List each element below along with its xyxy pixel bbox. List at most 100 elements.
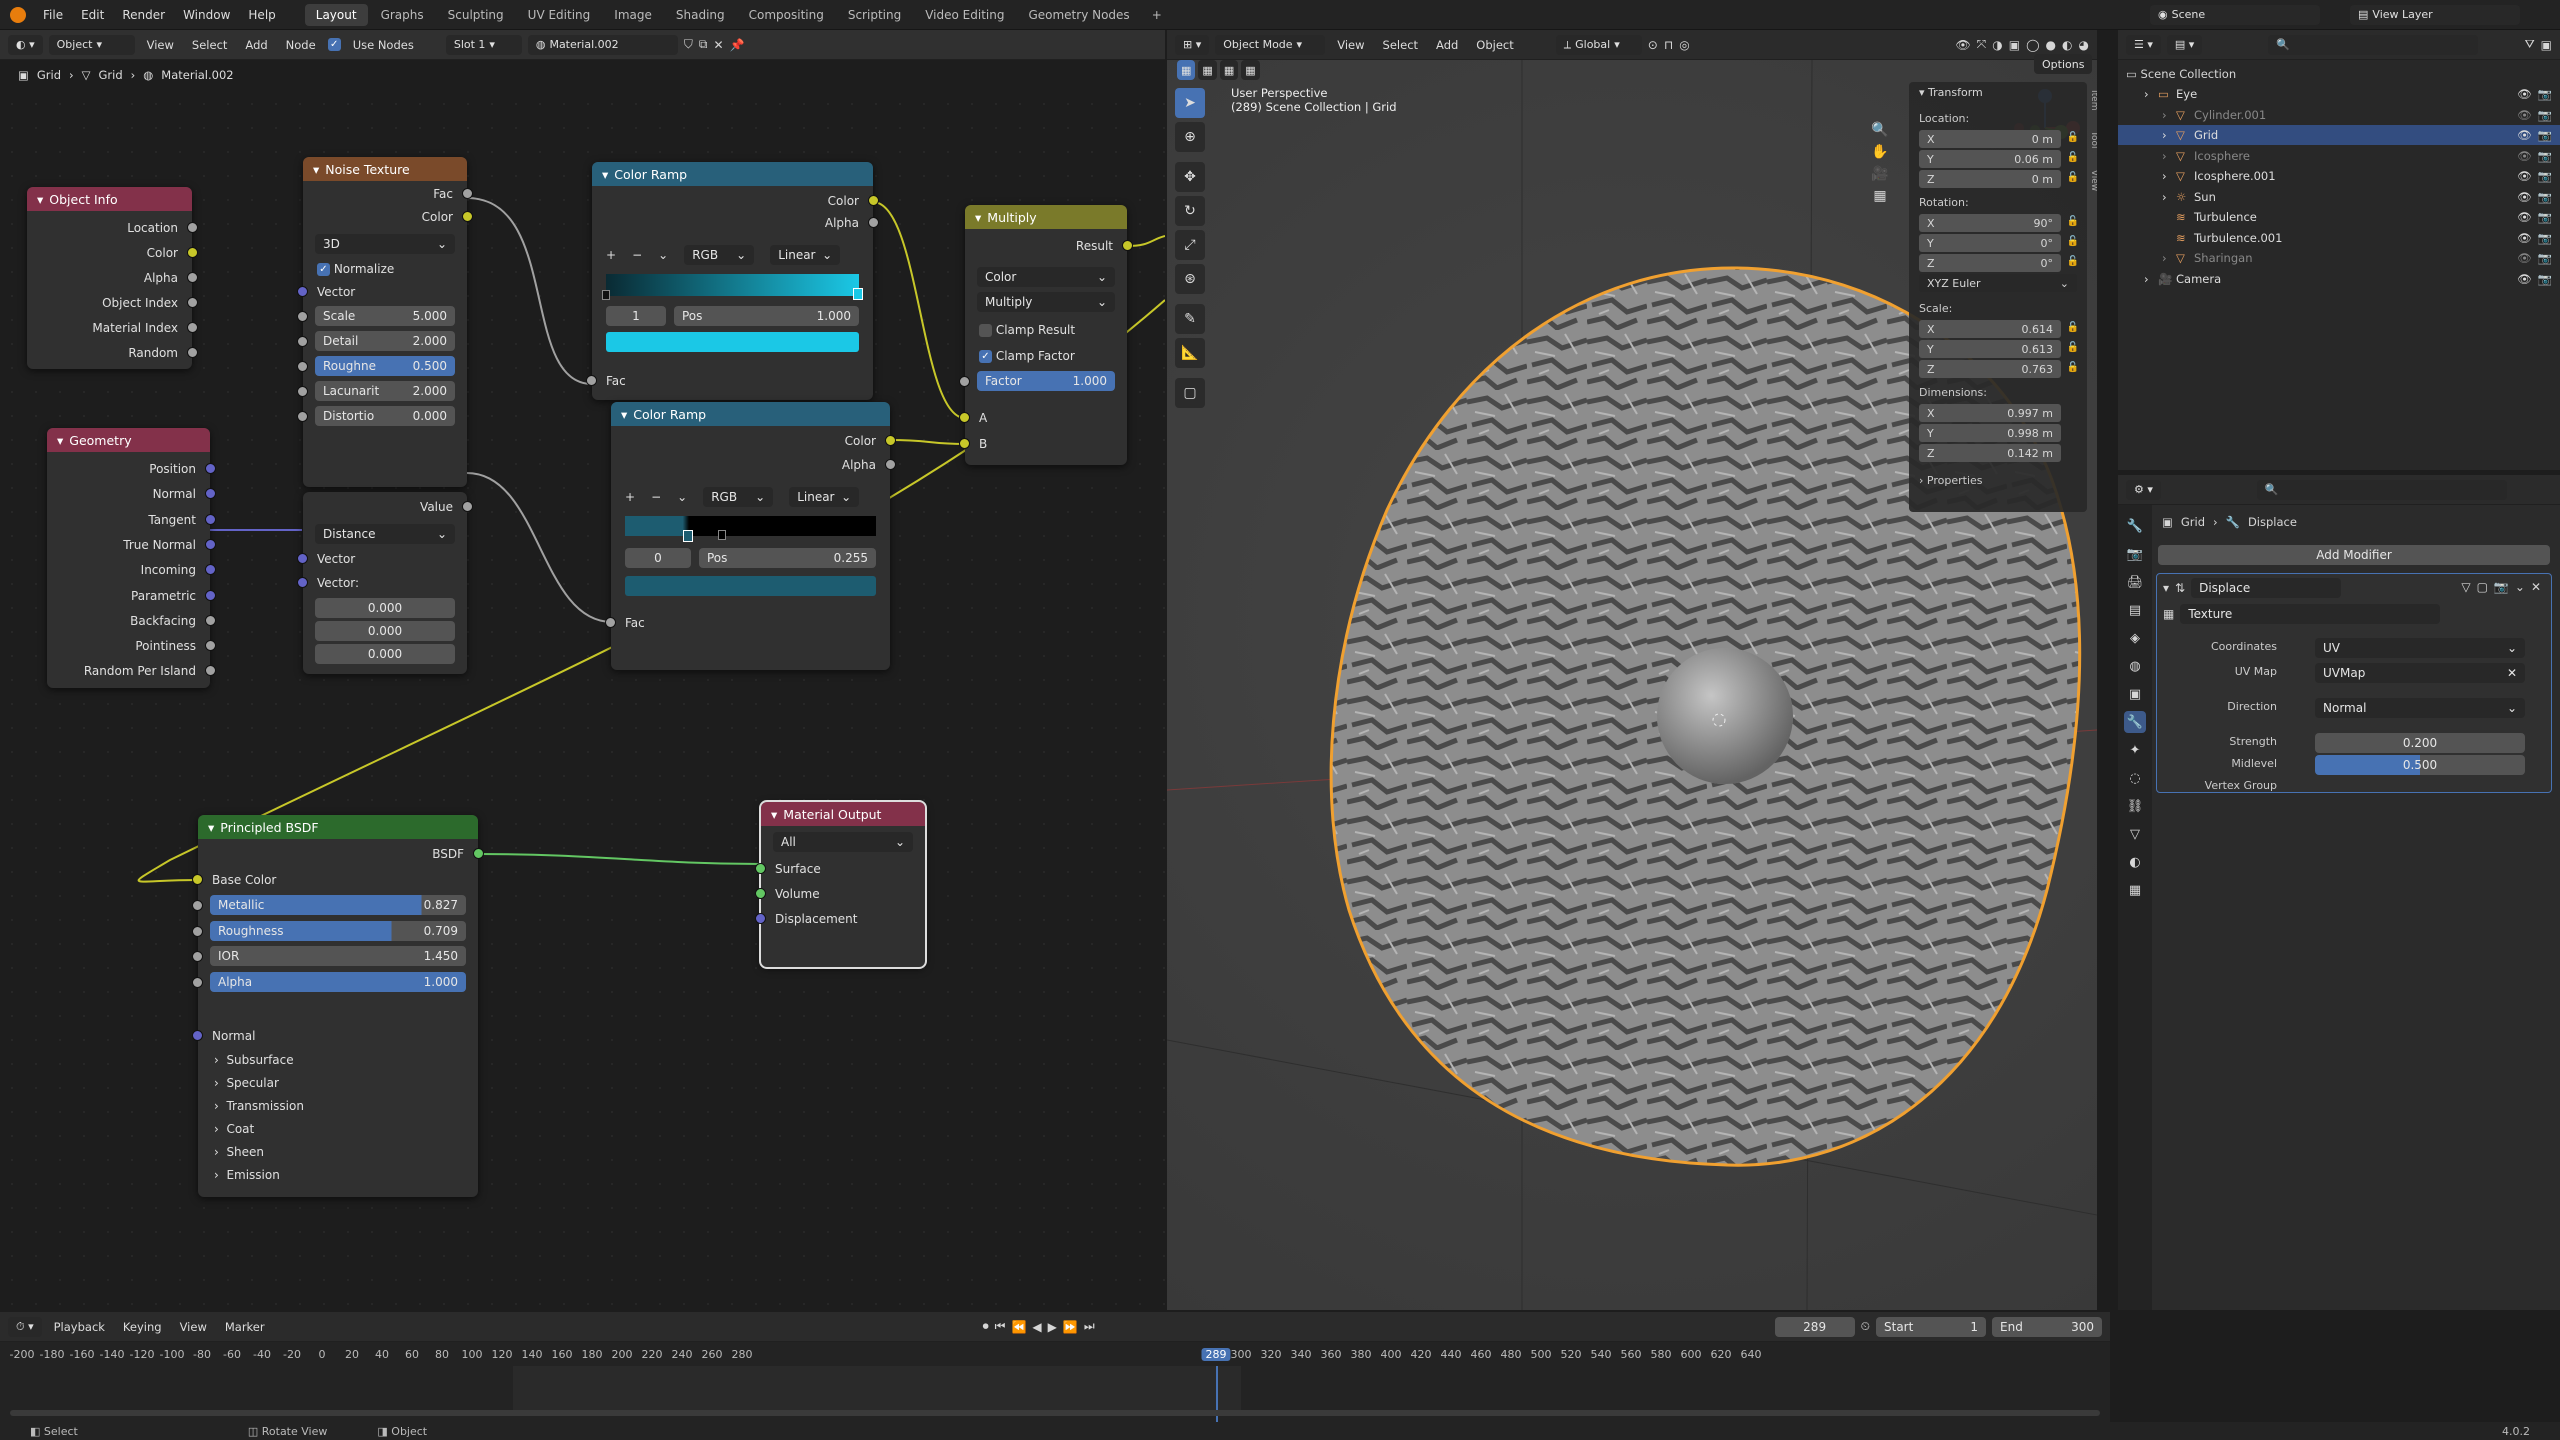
expand-icon[interactable]: ›: [2162, 251, 2176, 265]
socket-position[interactable]: [205, 463, 216, 474]
next-key-icon[interactable]: ⏩: [1063, 1320, 1078, 1334]
midlevel-field[interactable]: 0.500: [2315, 755, 2525, 775]
tab-workspace-compositing[interactable]: Compositing: [738, 4, 835, 26]
record-icon[interactable]: ⏺: [983, 1319, 989, 1334]
collapse-icon[interactable]: ▾: [2163, 581, 2169, 595]
socket-roughness[interactable]: [192, 925, 203, 937]
expand-icon[interactable]: ›: [2162, 169, 2176, 183]
new-collection-icon[interactable]: ▣: [2541, 38, 2552, 52]
panel-transmission[interactable]: › Transmission: [198, 1095, 478, 1117]
expand-icon[interactable]: ›: [2162, 190, 2176, 204]
timeline-ruler[interactable]: -200 -180 -160 -140 -120 -100 -80 -60 -40 -20 0 20 4…: [0, 1346, 2110, 1366]
tab-render-icon[interactable]: 📷: [2124, 543, 2146, 565]
tab-particles-icon[interactable]: ✦: [2124, 739, 2146, 761]
tab-workspace-image[interactable]: Image: [603, 4, 663, 26]
menu-window[interactable]: Window: [174, 8, 239, 22]
render-camera-icon[interactable]: 📷: [2538, 149, 2552, 163]
node-principled-bsdf[interactable]: ▾ Principled BSDF BSDF Base Color Metall…: [192, 815, 484, 1197]
direction-dropdown[interactable]: Normal ⌄: [2315, 698, 2525, 718]
tab-item[interactable]: Item: [2089, 90, 2097, 111]
visibility-eye-icon[interactable]: 👁: [2517, 251, 2532, 265]
editor-type-button[interactable]: ⚙ ▾: [2126, 479, 2161, 500]
socket-roughne[interactable]: [297, 361, 308, 372]
interpolation-dropdown[interactable]: Linear ⌄: [770, 245, 841, 265]
tab-material-icon[interactable]: ◐: [2124, 851, 2146, 873]
menu-keying[interactable]: Keying: [117, 1320, 168, 1334]
editmode-icon[interactable]: ▽: [2461, 580, 2470, 594]
current-frame-field[interactable]: 289: [1774, 1316, 1855, 1337]
view-layer-selector[interactable]: ▤ View Layer: [2350, 4, 2520, 25]
visibility-eye-icon[interactable]: 👁: [2517, 210, 2532, 224]
texture-selector[interactable]: Texture: [2180, 604, 2441, 624]
outliner-item-icosphere[interactable]: › ▽ Icosphere 👁 📷: [2118, 146, 2560, 166]
ramp-stop-handle-active[interactable]: [853, 288, 863, 300]
remove-stop-icon[interactable]: −: [632, 248, 642, 262]
panel-sheen[interactable]: › Sheen: [198, 1141, 478, 1163]
socket-base-color[interactable]: [192, 874, 203, 885]
stop-color-swatch[interactable]: [625, 576, 876, 596]
ramp-stop-handle-active[interactable]: [683, 530, 693, 542]
outliner[interactable]: ☰ ▾ ▤ ▾ 🔍 ⛛ ▣ ▭ Scene Collection › ▭ Eye 👁 📷 ›…: [2118, 30, 2560, 470]
tab-tool[interactable]: Tool: [2089, 131, 2097, 148]
render-camera-icon[interactable]: 📷: [2538, 272, 2552, 286]
modifier-name-input[interactable]: Displace: [2191, 578, 2342, 598]
transform-rot-z-field[interactable]: Z 0°: [1919, 254, 2061, 272]
stop-position-field[interactable]: Pos 0.255: [699, 548, 876, 568]
transform-dim-z-field[interactable]: Z 0.142 m: [1919, 444, 2061, 462]
start-frame-field[interactable]: Start 1: [1876, 1316, 1986, 1337]
tab-scene-icon[interactable]: ◈: [2124, 627, 2146, 649]
tab-texture-icon[interactable]: ▦: [2124, 879, 2146, 901]
socket-alpha[interactable]: [187, 272, 198, 283]
properties-panel-header[interactable]: › Properties: [1919, 474, 1983, 487]
node-texture-distance[interactable]: Value Distance ⌄ Vector Vector: 0.000 0.0…: [297, 492, 473, 674]
node-object-info[interactable]: ▾ Object Info Location Color Alpha Object I…: [27, 187, 198, 369]
socket-color[interactable]: [868, 195, 879, 206]
tab-workspace-graphs[interactable]: Graphs: [370, 4, 435, 26]
factor-field[interactable]: Factor 1.000: [977, 371, 1115, 391]
normalize-checkbox[interactable]: ✓: [317, 262, 330, 276]
stop-position-field[interactable]: Pos 1.000: [674, 306, 859, 326]
uvmap-field[interactable]: UVMap ✕: [2315, 663, 2525, 683]
timeline-scrollbar[interactable]: [10, 1410, 2100, 1416]
blend-mode-dropdown[interactable]: Multiply ⌄: [977, 292, 1115, 312]
chevron-down-icon[interactable]: ⌄: [658, 248, 668, 262]
end-frame-field[interactable]: End 300: [1992, 1316, 2102, 1337]
panel-coat[interactable]: › Coat: [198, 1118, 478, 1140]
menu-marker[interactable]: Marker: [219, 1320, 271, 1334]
outliner-search-input[interactable]: 🔍: [2268, 34, 2479, 55]
vector-x-field[interactable]: 0.000: [315, 598, 455, 618]
socket-ior[interactable]: [192, 951, 203, 962]
noise-scale-field[interactable]: Scale 5.000: [315, 306, 455, 326]
expand-icon[interactable]: ›: [2162, 128, 2176, 142]
socket-fac[interactable]: [586, 375, 597, 386]
socket-result[interactable]: [1122, 240, 1133, 251]
strength-field[interactable]: 0.200: [2315, 733, 2525, 753]
vector-z-field[interactable]: 0.000: [315, 644, 455, 664]
socket-alpha[interactable]: [192, 976, 203, 988]
outliner-item-sharingan[interactable]: › ▽ Sharingan 👁 📷: [2118, 248, 2560, 268]
socket-true-normal[interactable]: [205, 538, 216, 550]
transform-rot-x-field[interactable]: X 90°: [1919, 214, 2061, 232]
add-workspace-button[interactable]: +: [1141, 4, 1173, 26]
noise-detail-field[interactable]: Detail 2.000: [315, 331, 455, 351]
ramp-stop-handle[interactable]: [718, 530, 726, 540]
jump-start-icon[interactable]: ⏮: [995, 1319, 1006, 1334]
socket-color[interactable]: [885, 435, 896, 446]
play-reverse-icon[interactable]: ◀: [1032, 1320, 1041, 1334]
tab-view[interactable]: View: [2089, 170, 2097, 191]
chevron-down-icon[interactable]: ⌄: [677, 490, 687, 504]
filter-icon[interactable]: ⛛: [2525, 37, 2535, 52]
socket-volume[interactable]: [755, 888, 766, 899]
node-color-ramp-2[interactable]: ▾ Color Ramp Color Alpha + − ⌄ RGB ⌄ Linear…: [605, 402, 896, 670]
socket-value[interactable]: [462, 501, 473, 512]
render-camera-icon[interactable]: 📷: [2538, 190, 2552, 204]
socket-object-index[interactable]: [187, 297, 198, 308]
node-header[interactable]: ▾ Object Info: [27, 187, 192, 211]
add-stop-icon[interactable]: +: [625, 490, 635, 504]
transform-dim-y-field[interactable]: Y 0.998 m: [1919, 424, 2061, 442]
lock-icon[interactable]: 🔓: [2067, 362, 2079, 373]
visibility-eye-icon[interactable]: 👁: [2517, 231, 2532, 245]
coordinates-dropdown[interactable]: UV ⌄: [2315, 638, 2525, 658]
scene-selector[interactable]: ◉ Scene: [2150, 4, 2320, 25]
transform-dim-x-field[interactable]: X 0.997 m: [1919, 404, 2061, 422]
